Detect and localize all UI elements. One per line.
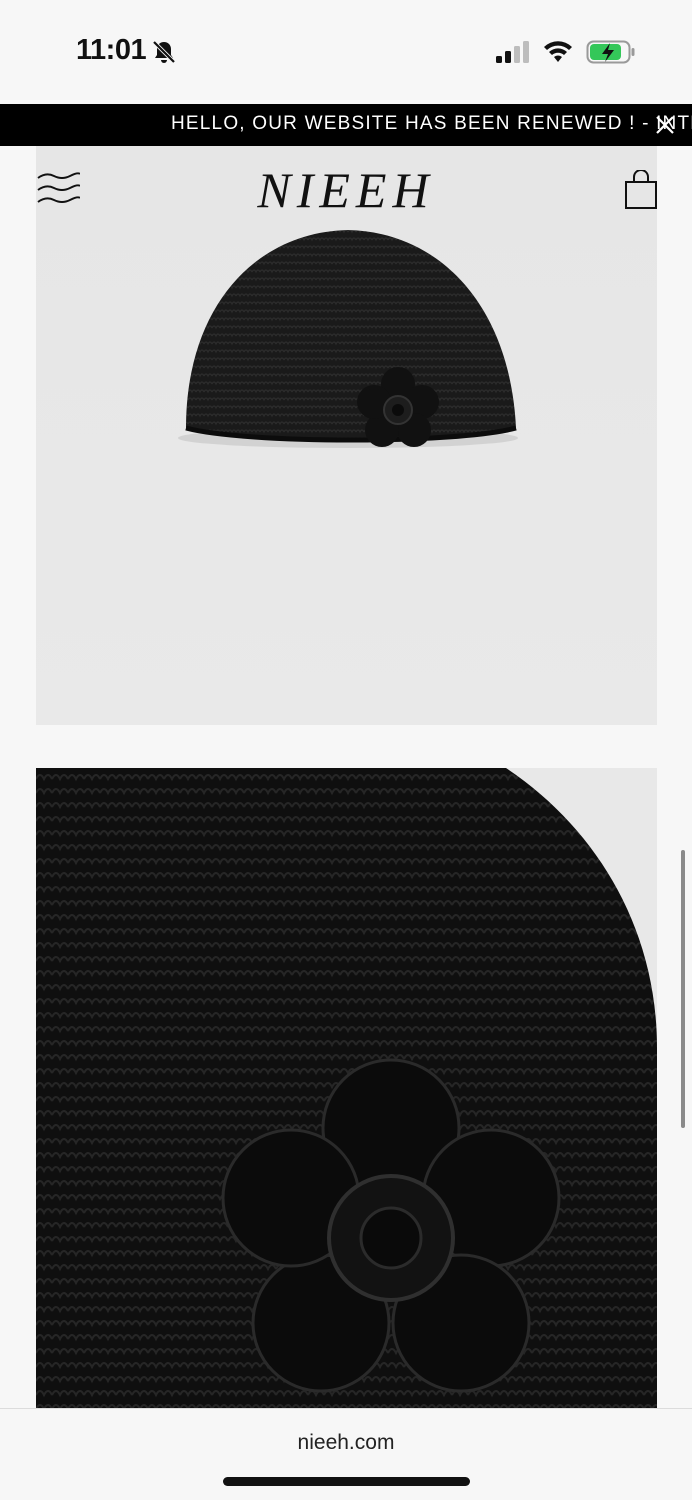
status-bar: 11:01 — [0, 0, 692, 104]
product-image-closeup[interactable] — [36, 768, 657, 1408]
close-icon[interactable] — [652, 112, 678, 138]
browser-address-bar[interactable]: nieeh.com — [0, 1408, 692, 1500]
menu-icon[interactable] — [36, 170, 80, 206]
product-gallery — [0, 146, 692, 1408]
product-image[interactable] — [36, 146, 657, 725]
page-scrollbar[interactable] — [681, 850, 685, 1128]
bell-slash-icon — [152, 40, 176, 64]
url-text[interactable]: nieeh.com — [0, 1431, 692, 1455]
wifi-icon — [544, 41, 572, 62]
cellular-signal-icon — [496, 41, 529, 63]
flower-closeup-illustration — [36, 768, 657, 1408]
shopping-bag-icon[interactable] — [624, 170, 658, 210]
home-indicator — [223, 1477, 470, 1486]
announcement-bar[interactable]: HELLO, OUR WEBSITE HAS BEEN RENEWED ! - … — [0, 104, 692, 146]
battery-charging-icon — [586, 40, 635, 64]
beanie-illustration — [178, 230, 518, 448]
brand-logo[interactable]: NIEEH — [238, 160, 454, 220]
status-time: 11:01 — [76, 34, 147, 66]
announcement-text: HELLO, OUR WEBSITE HAS BEEN RENEWED ! - … — [171, 113, 692, 134]
